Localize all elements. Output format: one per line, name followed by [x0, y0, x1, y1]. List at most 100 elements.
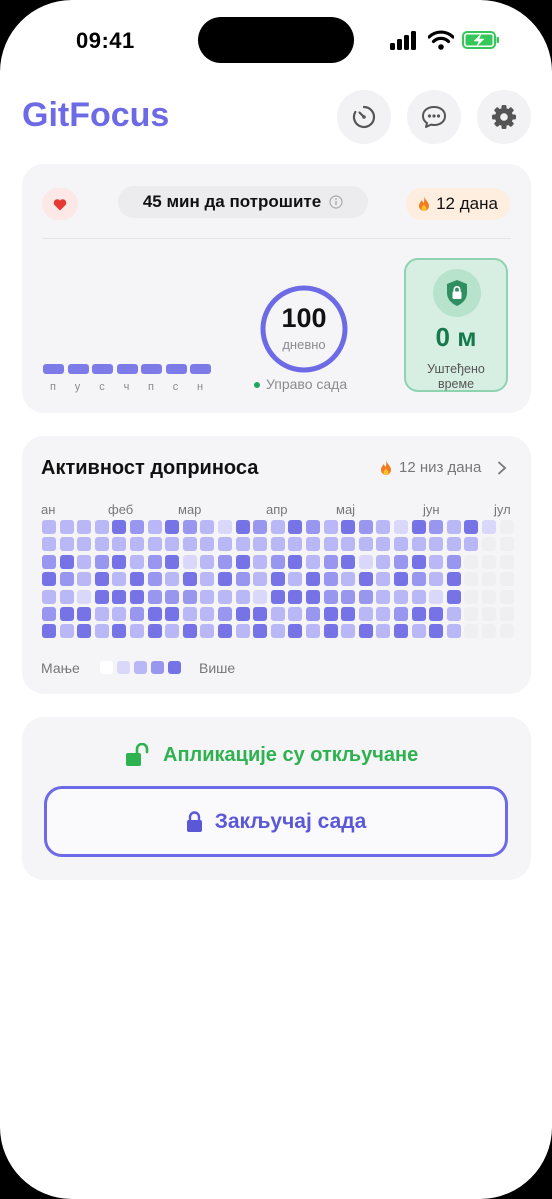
- contribution-cell: [200, 624, 215, 639]
- contribution-cell: [376, 607, 391, 621]
- contribution-cell: [323, 554, 338, 569]
- contribution-cell: [42, 554, 56, 569]
- contribution-cell: [464, 589, 479, 604]
- wifi-icon: [428, 30, 454, 50]
- contribution-cell: [288, 537, 303, 552]
- contribution-cell: [411, 607, 426, 621]
- heart-icon: [53, 198, 67, 210]
- contribution-cell: [341, 537, 356, 552]
- contribution-cell: [42, 589, 56, 604]
- phone-screen: 09:41 GitFocus 45 мин да потрошите 12 да…: [0, 0, 552, 1199]
- contribution-cell: [341, 607, 356, 621]
- contribution-cell: [323, 624, 338, 639]
- weekday-label: ч: [123, 381, 131, 393]
- contribution-cell: [235, 607, 250, 621]
- contribution-cell: [253, 572, 268, 587]
- timer-button[interactable]: [337, 90, 391, 144]
- contribution-cell: [218, 554, 232, 569]
- contribution-cell: [182, 572, 197, 587]
- contribution-cell: [341, 624, 356, 639]
- legend-swatch: [117, 661, 130, 674]
- contribution-cell: [94, 607, 109, 621]
- contribution-cell: [341, 572, 356, 587]
- contribution-cell: [59, 554, 74, 569]
- contribution-cell: [499, 572, 514, 587]
- contribution-cell: [165, 520, 180, 534]
- contribution-cell: [94, 589, 109, 604]
- contribution-cell: [446, 537, 461, 552]
- timer-icon: [352, 105, 376, 129]
- contribution-cell: [147, 607, 162, 621]
- time-left-text: 45 мин да потрошите: [142, 192, 322, 211]
- contribution-cell: [42, 537, 56, 552]
- contribution-cell: [165, 572, 180, 587]
- time-left-pill[interactable]: 45 мин да потрошите: [118, 186, 368, 218]
- contribution-cell: [59, 520, 74, 534]
- contribution-cell: [270, 554, 285, 569]
- contribution-cell: [499, 607, 514, 621]
- contribution-cell: [429, 554, 444, 569]
- contribution-cell: [429, 624, 444, 639]
- now-label-text: Управо сада: [266, 376, 348, 392]
- fire-icon: [381, 459, 391, 475]
- contribution-cell: [394, 607, 408, 621]
- info-icon: [329, 195, 343, 209]
- contribution-cell: [482, 589, 496, 604]
- contribution-cell: [376, 589, 391, 604]
- contribution-cell: [112, 624, 127, 639]
- contribution-cell: [376, 537, 391, 552]
- chevron-right-icon: [498, 461, 507, 474]
- contribution-cell: [376, 520, 391, 534]
- contribution-cell: [42, 572, 56, 587]
- divider: [42, 238, 511, 239]
- contribution-cell: [147, 572, 162, 587]
- contribution-cell: [482, 520, 496, 534]
- contribution-cell: [482, 554, 496, 569]
- contribution-cell: [165, 554, 180, 569]
- contribution-cell: [77, 537, 92, 552]
- streak-badge[interactable]: 12 дана: [406, 188, 510, 220]
- contribution-cell: [165, 624, 180, 639]
- contribution-cell: [411, 624, 426, 639]
- saved-time-value: 0 м: [435, 322, 477, 352]
- contribution-cell: [253, 589, 268, 604]
- month-label: мај: [336, 502, 356, 517]
- contribution-cell: [165, 537, 180, 552]
- contribution-cell: [358, 624, 373, 639]
- settings-button[interactable]: [477, 90, 531, 144]
- contribution-cell: [446, 607, 461, 621]
- contribution-cell: [94, 572, 109, 587]
- month-label: јун: [423, 502, 440, 517]
- contribution-cell: [253, 537, 268, 552]
- cellular-signal-icon: [390, 30, 420, 50]
- contribution-cell: [218, 537, 232, 552]
- contribution-cell: [429, 520, 444, 534]
- messages-button[interactable]: [407, 90, 461, 144]
- lock-now-button[interactable]: Закључај сада: [44, 786, 508, 857]
- contribution-cell: [112, 607, 127, 621]
- legend-swatch: [151, 661, 164, 674]
- contribution-cell: [77, 589, 92, 604]
- contribution-cell: [94, 520, 109, 534]
- contribution-cell: [182, 607, 197, 621]
- streak-text: 12 дана: [436, 194, 498, 213]
- contribution-cell: [235, 572, 250, 587]
- month-label: феб: [108, 502, 134, 517]
- contribution-cell: [288, 607, 303, 621]
- weekday-label: с: [99, 381, 106, 393]
- activity-streak[interactable]: 12 низ дана: [380, 459, 507, 476]
- contribution-cell: [218, 589, 232, 604]
- contribution-cell: [358, 572, 373, 587]
- contribution-cell: [482, 572, 496, 587]
- contribution-cell: [147, 554, 162, 569]
- health-badge[interactable]: [42, 188, 78, 220]
- weekday-bar: [190, 364, 211, 374]
- contribution-cell: [253, 624, 268, 639]
- contribution-cell: [182, 589, 197, 604]
- time-saved-box[interactable]: 0 м Уштеђено време: [404, 258, 508, 392]
- weekday-bar: [43, 364, 64, 374]
- contribution-cell: [270, 589, 285, 604]
- saved-label-line1: Уштеђено: [427, 362, 485, 376]
- legend-more: Више: [199, 660, 236, 676]
- weekday-bar: [165, 364, 187, 374]
